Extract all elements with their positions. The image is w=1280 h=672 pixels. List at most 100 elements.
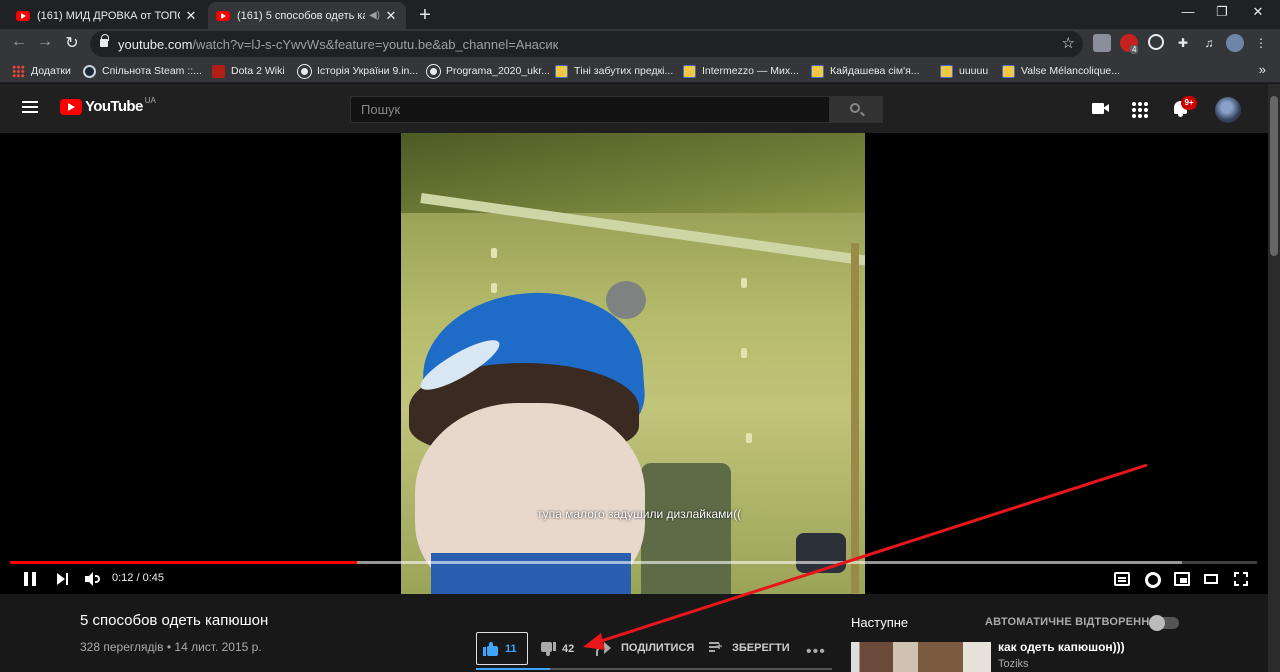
bookmark-label: Intermezzo — Мих... [702,65,799,77]
url-host: youtube.com [118,37,193,52]
dislike-button[interactable]: 42 [540,642,574,656]
video-progress-bar[interactable] [10,561,1257,564]
youtube-apps-grid-icon[interactable] [1131,101,1148,118]
user-avatar[interactable] [1215,97,1241,123]
share-label: ПОДІЛИТИСЯ [621,642,695,654]
bookmark-item[interactable]: Programa_2020_ukr... [427,63,550,79]
autoplay-toggle[interactable] [1149,615,1179,631]
share-button[interactable]: ПОДІЛИТИСЯ [596,642,695,656]
recommended-video-title[interactable]: как одеть капюшон))) [998,640,1125,654]
folder-icon [811,64,824,78]
youtube-logo[interactable]: YouTube UA [60,96,156,115]
recommended-video-thumbnail[interactable] [851,642,991,672]
scrollbar-thumb[interactable] [1270,96,1278,256]
bookmark-label: Dota 2 Wiki [231,65,285,77]
search-input[interactable] [351,97,829,122]
youtube-favicon-icon [216,10,230,21]
video-meta: 328 переглядів • 14 лист. 2015 р. [80,640,262,654]
close-tab-icon[interactable]: ✕ [184,8,198,24]
menu-icon[interactable] [22,101,38,113]
video-player[interactable] [0,133,1268,594]
subtitles-icon[interactable] [1114,572,1130,586]
globe-icon [298,64,311,78]
profile-avatar[interactable] [1226,34,1244,52]
playlist-add-icon [709,641,723,654]
bookmark-item[interactable]: Спільнота Steam ::... [83,63,202,79]
miniplayer-icon[interactable] [1174,572,1190,586]
video-caption: тупа малого задушили дизлайками(( [537,507,742,521]
autoplay-label: АВТОМАТИЧНЕ ВІДТВОРЕННЯ [985,616,1158,628]
bookmark-item[interactable]: Тіні забутих предкі... [555,63,673,79]
extension-speed-icon[interactable] [1148,34,1164,50]
forward-button[interactable]: → [34,33,56,51]
url-path: /watch?v=lJ-s-cYwvWs&feature=youtu.be&ab… [192,37,559,52]
extensions-puzzle-icon[interactable]: ✚ [1174,34,1192,52]
bookmark-label: Programa_2020_ukr... [446,65,550,77]
like-dislike-ratio-bar [476,668,832,670]
country-code: UA [144,96,156,105]
folder-icon [940,64,953,78]
steam-icon [83,64,96,78]
bookmark-item[interactable]: Dota 2 Wiki [212,63,285,79]
bookmarks-overflow-button[interactable]: » [1259,62,1266,77]
youtube-favicon-icon [16,10,30,21]
save-button[interactable]: ЗБЕРЕГТИ [709,641,790,654]
browser-tab-active[interactable]: (161) 5 способов одеть капюшон ◀) ✕ [208,2,406,29]
browser-toolbar: ← → ↻ youtube.com/watch?v=lJ-s-cYwvWs&fe… [0,29,1280,59]
settings-gear-icon[interactable] [1144,572,1161,588]
bookmark-item[interactable]: uuuuu [940,63,988,79]
browser-tab-strip: (161) МИД ДРОВКА от ТОПСОН ✕ (161) 5 спо… [0,0,1280,29]
folder-icon [683,64,696,78]
folder-icon [1002,64,1015,78]
more-actions-icon[interactable]: ••• [806,643,826,661]
mute-tab-icon[interactable]: ◀) [369,10,380,21]
bookmark-item[interactable]: Valse Mélancolique... [1002,63,1120,79]
bookmark-item[interactable]: Додатки [12,63,71,79]
bookmark-star-icon[interactable]: ☆ [1062,34,1075,52]
next-video-icon[interactable] [57,573,71,585]
dislike-count: 42 [562,643,575,655]
media-control-icon[interactable]: ♫ [1200,34,1218,52]
video-info-area [0,594,1268,672]
address-bar[interactable]: youtube.com/watch?v=lJ-s-cYwvWs&feature=… [90,31,1083,57]
bookmark-label: Спільнота Steam ::... [102,65,202,77]
browser-tab[interactable]: (161) МИД ДРОВКА от ТОПСОН ✕ [8,2,206,29]
restore-window-button[interactable]: ❐ [1202,4,1242,20]
dota-icon [212,64,225,78]
reload-button[interactable]: ↻ [61,33,83,53]
apps-icon [12,64,25,78]
close-window-button[interactable]: ✕ [1238,4,1278,20]
theater-mode-icon[interactable] [1204,574,1218,584]
thumbs-down-icon [540,642,556,656]
close-tab-icon[interactable]: ✕ [384,8,398,24]
pause-icon[interactable] [24,572,36,586]
bookmarks-bar: Додатки Спільнота Steam ::... Dota 2 Wik… [0,59,1280,83]
video-frame [401,133,865,594]
back-button[interactable]: ← [8,33,30,51]
lock-icon[interactable] [100,34,109,47]
search-box [350,96,830,123]
new-tab-button[interactable]: + [414,4,436,27]
bookmark-label: Історія України 9.in... [317,65,419,77]
tab-title: (161) 5 способов одеть капюшон [237,9,365,22]
create-video-button[interactable] [1091,99,1111,119]
time-display: 0:12 / 0:45 [112,572,164,584]
bookmark-label: uuuuu [959,65,989,77]
bookmark-item[interactable]: Історія України 9.in... [298,63,418,79]
page-scrollbar[interactable] [1268,84,1280,672]
volume-icon[interactable] [85,572,101,586]
like-button[interactable]: 11 [483,642,517,656]
youtube-play-logo-icon [60,98,82,115]
bookmark-label: Valse Mélancolique... [1021,65,1121,77]
bookmark-item[interactable]: Intermezzo — Мих... [683,63,799,79]
bookmark-label: Кайдашева сім'я... [830,65,920,77]
like-count: 11 [505,643,517,655]
fullscreen-icon[interactable] [1234,572,1250,586]
like-ratio-fill [476,668,550,670]
recommended-video-channel[interactable]: Toziks [998,658,1029,670]
video-title: 5 способов одеть капюшон [80,612,269,629]
chrome-menu-icon[interactable]: ⋮ [1252,34,1270,52]
bookmark-item[interactable]: Кайдашева сім'я... [811,63,920,79]
extension-puzzle-app-icon[interactable] [1093,34,1111,52]
search-button[interactable] [830,96,883,123]
